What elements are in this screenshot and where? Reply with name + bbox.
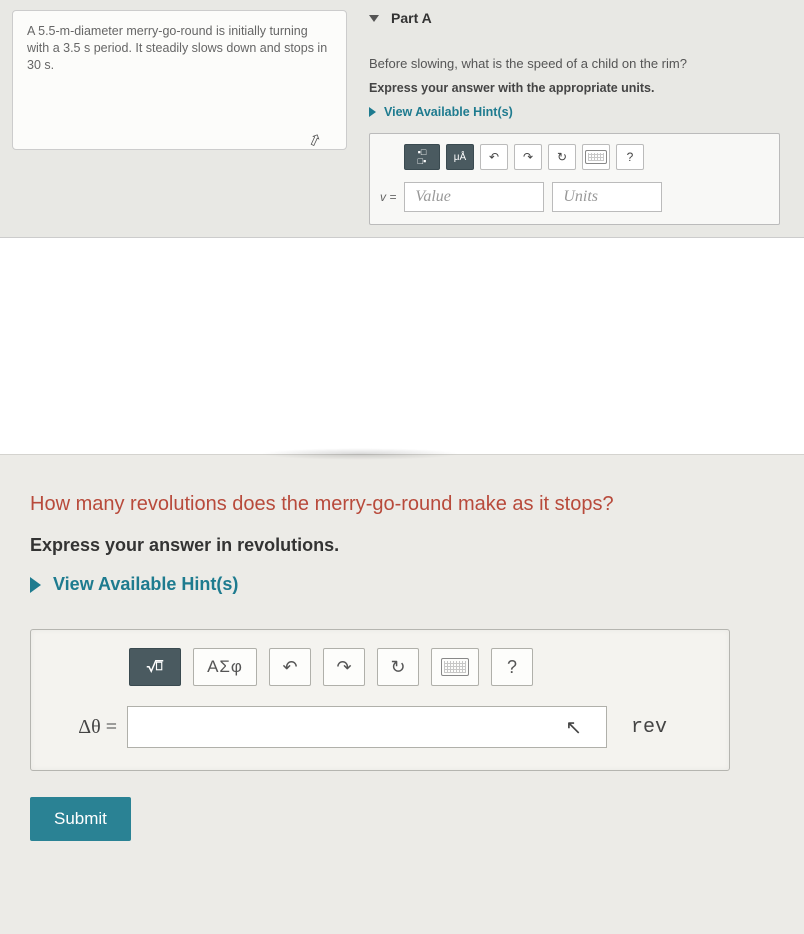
problem-text: A 5.5-m-diameter merry-go-round is initi… bbox=[27, 23, 332, 74]
submit-button[interactable]: Submit bbox=[30, 797, 131, 841]
part-b-answer-box: ΑΣφ ↶ ↷ ↻ ? Δθ = ↖ rev bbox=[30, 629, 730, 771]
greek-label: ΑΣφ bbox=[207, 657, 243, 677]
problem-statement-card: A 5.5-m-diameter merry-go-round is initi… bbox=[12, 10, 347, 150]
unit-label: rev bbox=[631, 716, 667, 739]
part-b-inputs: Δθ = ↖ rev bbox=[51, 706, 709, 748]
part-a-panel: A 5.5-m-diameter merry-go-round is initi… bbox=[0, 0, 804, 238]
redo-icon: ↷ bbox=[523, 150, 533, 164]
variable-label: v = bbox=[380, 190, 396, 204]
variable-label: Δθ = bbox=[51, 716, 117, 739]
format-icon: ▪□□▪ bbox=[418, 148, 427, 166]
part-b-instruction: Express your answer in revolutions. bbox=[30, 535, 774, 556]
part-a-content: Part A Before slowing, what is the speed… bbox=[347, 10, 792, 225]
value-input[interactable]: Value bbox=[404, 182, 544, 212]
caret-right-icon bbox=[30, 577, 41, 593]
keyboard-icon bbox=[441, 658, 469, 676]
units-input[interactable]: Units bbox=[552, 182, 662, 212]
reset-button[interactable]: ↻ bbox=[377, 648, 419, 686]
hint-link-label: View Available Hint(s) bbox=[53, 574, 238, 595]
caret-down-icon bbox=[369, 15, 379, 22]
help-icon: ? bbox=[507, 657, 517, 678]
value-input[interactable]: ↖ bbox=[127, 706, 607, 748]
help-icon: ? bbox=[627, 150, 634, 164]
redo-icon: ↷ bbox=[336, 657, 351, 678]
reset-button[interactable]: ↻ bbox=[548, 144, 576, 170]
refresh-icon: ↻ bbox=[390, 657, 405, 678]
part-a-instruction: Express your answer with the appropriate… bbox=[369, 81, 780, 95]
greek-button[interactable]: ΑΣφ bbox=[193, 648, 257, 686]
refresh-icon: ↻ bbox=[557, 150, 567, 164]
sqrt-button[interactable] bbox=[129, 648, 181, 686]
part-a-inputs: v = Value Units bbox=[380, 182, 769, 212]
help-button[interactable]: ? bbox=[491, 648, 533, 686]
part-a-label: Part A bbox=[391, 10, 432, 26]
part-b-question: How many revolutions does the merry-go-r… bbox=[30, 489, 774, 519]
help-button[interactable]: ? bbox=[616, 144, 644, 170]
part-a-hints-toggle[interactable]: View Available Hint(s) bbox=[369, 105, 780, 119]
keyboard-button[interactable] bbox=[582, 144, 610, 170]
part-a-answer-box: ▪□□▪ μÅ ↶ ↷ ↻ ? bbox=[369, 133, 780, 225]
keyboard-icon bbox=[585, 150, 607, 164]
shadow-decoration bbox=[260, 448, 460, 460]
hint-link-label: View Available Hint(s) bbox=[384, 105, 513, 119]
content-gap bbox=[0, 238, 804, 454]
keyboard-button[interactable] bbox=[431, 648, 479, 686]
part-a-toolbar: ▪□□▪ μÅ ↶ ↷ ↻ ? bbox=[380, 144, 769, 170]
part-b-toolbar: ΑΣφ ↶ ↷ ↻ ? bbox=[51, 648, 709, 686]
undo-button[interactable]: ↶ bbox=[480, 144, 508, 170]
redo-button[interactable]: ↷ bbox=[514, 144, 542, 170]
undo-icon: ↶ bbox=[282, 657, 297, 678]
undo-icon: ↶ bbox=[489, 150, 499, 164]
value-placeholder: Value bbox=[415, 188, 451, 206]
units-placeholder: Units bbox=[563, 188, 598, 206]
part-a-question: Before slowing, what is the speed of a c… bbox=[369, 56, 780, 71]
part-b-hints-toggle[interactable]: View Available Hint(s) bbox=[30, 574, 774, 595]
cursor-icon: ↖ bbox=[565, 715, 582, 740]
units-tool-button[interactable]: μÅ bbox=[446, 144, 474, 170]
redo-button[interactable]: ↷ bbox=[323, 648, 365, 686]
sqrt-icon bbox=[146, 657, 164, 678]
part-a-collapse-header[interactable]: Part A bbox=[369, 10, 780, 26]
units-tool-label: μÅ bbox=[454, 152, 466, 163]
undo-button[interactable]: ↶ bbox=[269, 648, 311, 686]
caret-right-icon bbox=[369, 107, 376, 117]
format-button[interactable]: ▪□□▪ bbox=[404, 144, 440, 170]
part-b-panel: How many revolutions does the merry-go-r… bbox=[0, 454, 804, 934]
